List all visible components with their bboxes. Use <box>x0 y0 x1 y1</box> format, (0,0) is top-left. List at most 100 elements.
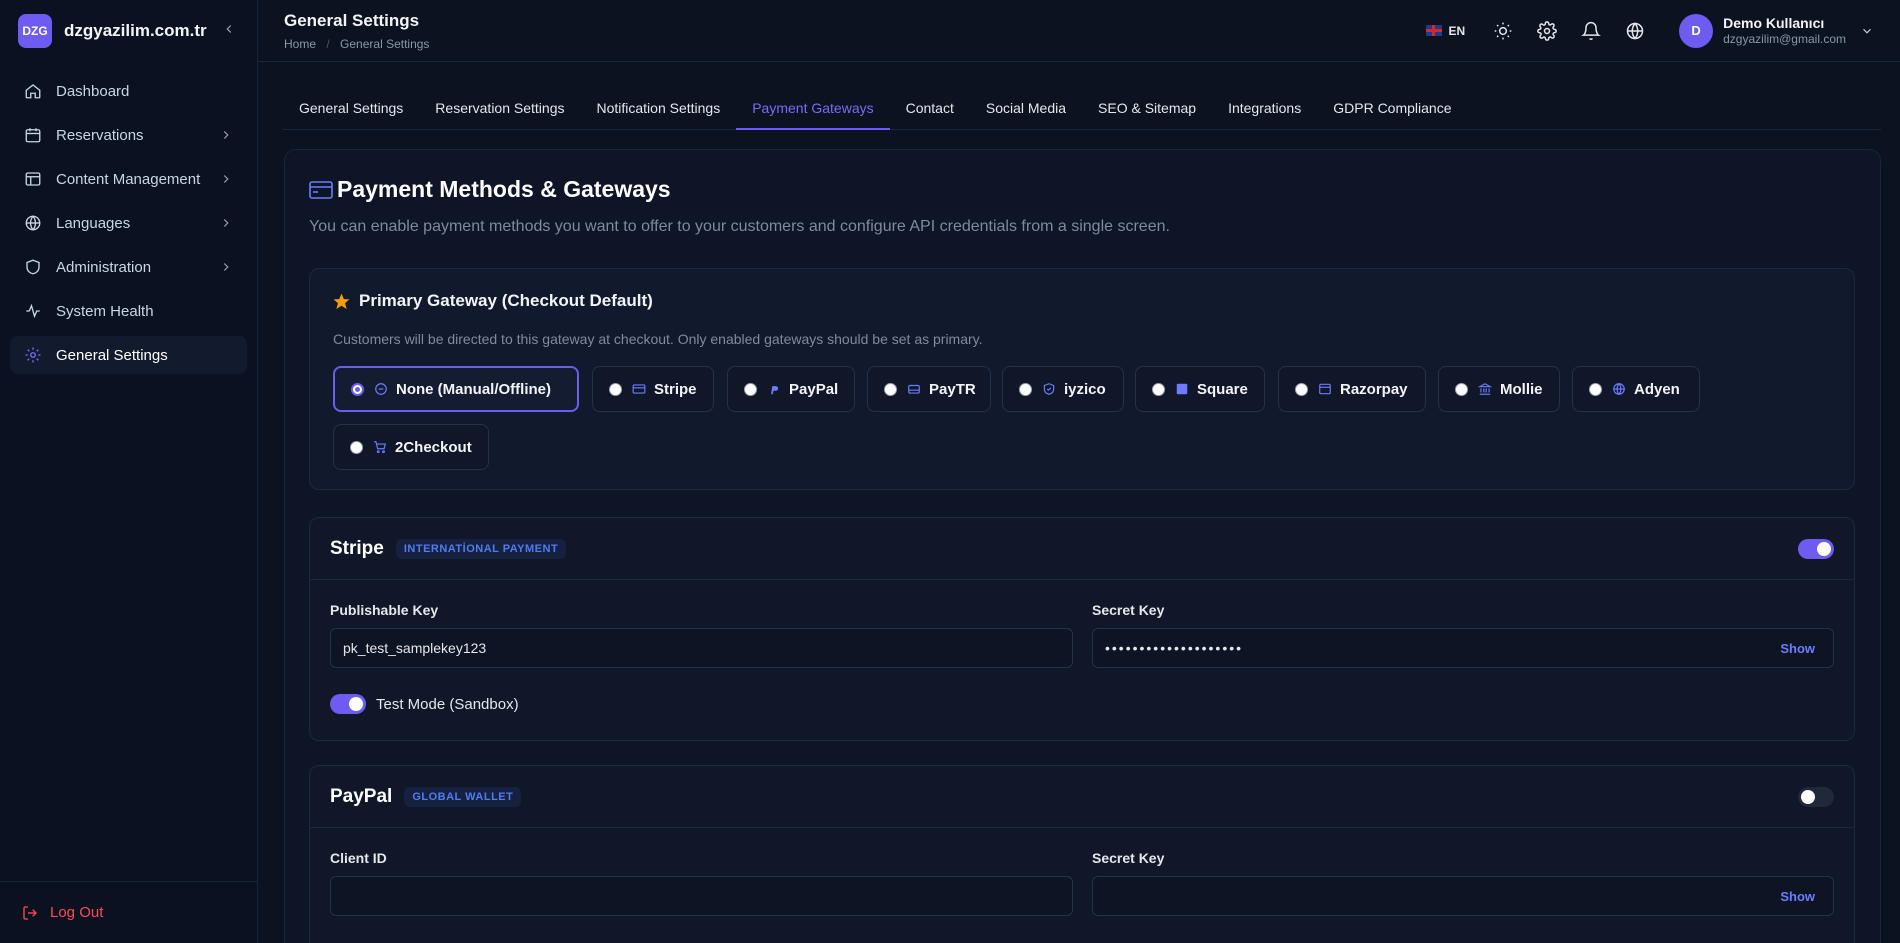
radio-button[interactable] <box>1589 382 1602 396</box>
logout-icon <box>23 905 37 920</box>
tab-seo-sitemap[interactable]: SEO & Sitemap <box>1082 88 1212 130</box>
secret-key-input[interactable]: •••••••••••••••••••• Show <box>1092 628 1834 668</box>
tab-integrations[interactable]: Integrations <box>1212 88 1317 130</box>
radio-button[interactable] <box>884 382 897 396</box>
tab-gdpr-compliance[interactable]: GDPR Compliance <box>1317 88 1467 130</box>
publishable-key-label: Publishable Key <box>330 602 439 618</box>
page-title: General Settings <box>284 10 420 30</box>
gear-icon[interactable] <box>1537 20 1557 41</box>
chevron-right-icon <box>223 175 229 183</box>
logout-button[interactable]: Log Out <box>0 881 258 943</box>
gateway-option-razorpay[interactable]: Razorpay <box>1278 366 1426 412</box>
test-mode-toggle[interactable] <box>330 694 366 714</box>
gateway-option-label: Razorpay <box>1340 380 1408 398</box>
gateway-option-label: PayPal <box>789 380 839 398</box>
show-secret-button[interactable]: Show <box>1780 641 1821 656</box>
chevron-right-icon <box>223 219 229 227</box>
stripe-name: Stripe <box>330 537 384 559</box>
radio-button[interactable] <box>1295 382 1308 396</box>
tab-reservation-settings[interactable]: Reservation Settings <box>419 88 580 130</box>
gateway-option-paytr[interactable]: PayTR <box>867 366 991 412</box>
credit-card-icon <box>309 180 333 199</box>
paypal-secret-key-input[interactable]: Show <box>1092 876 1834 916</box>
shield-icon <box>26 259 40 275</box>
sidebar-item-languages[interactable]: Languages <box>10 204 247 242</box>
stripe-enable-toggle[interactable] <box>1798 538 1834 559</box>
sidebar-item-dashboard[interactable]: Dashboard <box>10 72 247 110</box>
gateway-option-iyzico[interactable]: iyzico <box>1002 366 1124 412</box>
sidebar-item-administration[interactable]: Administration <box>10 248 247 286</box>
primary-gateway-title: Primary Gateway (Checkout Default) <box>332 291 653 311</box>
brand-logo[interactable]: DZG <box>18 14 52 48</box>
tab-payment-gateways[interactable]: Payment Gateways <box>736 88 890 130</box>
user-info: Demo Kullanıcı dzgyazilim@gmail.com <box>1723 15 1846 46</box>
toggle-knob <box>1817 541 1831 556</box>
section-title: Payment Methods & Gateways <box>309 176 671 203</box>
sidebar-item-label: Content Management <box>56 170 201 188</box>
breadcrumb-separator: / <box>326 36 330 51</box>
gateway-option-paypal[interactable]: PayPal <box>727 366 855 412</box>
client-id-input[interactable] <box>330 876 1073 916</box>
gateway-option-none[interactable]: None (Manual/Offline) <box>333 366 579 412</box>
radio-button[interactable] <box>609 382 622 396</box>
gateway-option-label: Mollie <box>1500 380 1543 398</box>
collapse-sidebar-button[interactable] <box>219 22 239 41</box>
sidebar-item-content-management[interactable]: Content Management <box>10 160 247 198</box>
window-icon <box>1319 383 1331 395</box>
brand-name[interactable]: dzgyazilim.com.tr <box>64 21 219 41</box>
breadcrumb-home[interactable]: Home <box>284 37 316 51</box>
radio-button[interactable] <box>744 382 757 396</box>
gateway-option-mollie[interactable]: Mollie <box>1438 366 1560 412</box>
radio-button[interactable] <box>1019 382 1032 396</box>
gateway-option-adyen[interactable]: Adyen <box>1572 366 1700 412</box>
logout-label: Log Out <box>50 904 104 921</box>
gateway-option-square[interactable]: Square <box>1135 366 1265 412</box>
sidebar-item-system-health[interactable]: System Health <box>10 292 247 330</box>
chevron-left-icon <box>226 24 232 33</box>
gateway-option-label: iyzico <box>1064 380 1106 398</box>
gateway-option-stripe[interactable]: Stripe <box>592 366 714 412</box>
primary-gateway-description: Customers will be directed to this gatew… <box>333 331 983 347</box>
paypal-card: PayPal GLOBAL WALLET Client ID Secret Ke… <box>309 765 1855 943</box>
tab-contact[interactable]: Contact <box>890 88 970 130</box>
sidebar-item-label: Dashboard <box>56 82 130 100</box>
gateway-option-label: 2Checkout <box>395 438 472 456</box>
language-code: EN <box>1448 23 1466 38</box>
chevron-right-icon <box>223 131 229 139</box>
tab-notification-settings[interactable]: Notification Settings <box>580 88 736 130</box>
paypal-name: PayPal <box>330 785 393 807</box>
brand: DZG dzgyazilim.com.tr <box>0 0 257 62</box>
language-selector[interactable]: EN <box>1426 24 1465 38</box>
breadcrumb-current: General Settings <box>340 36 430 51</box>
radio-button[interactable] <box>1455 382 1468 396</box>
tab-general-settings[interactable]: General Settings <box>283 88 419 130</box>
gateway-option-label: Stripe <box>654 380 697 398</box>
minus-circle-icon <box>375 383 387 395</box>
gateway-option-2checkout[interactable]: 2Checkout <box>333 424 489 470</box>
globe-icon[interactable] <box>1625 21 1645 41</box>
sidebar-item-general-settings[interactable]: General Settings <box>10 336 247 374</box>
payment-title: Payment Methods & Gateways <box>337 176 671 202</box>
sidebar-item-reservations[interactable]: Reservations <box>10 116 247 154</box>
calendar-icon <box>25 128 41 143</box>
paypal-badge: GLOBAL WALLET <box>404 786 522 807</box>
radio-button[interactable] <box>350 440 363 454</box>
cart-icon <box>374 441 386 454</box>
publishable-key-input[interactable]: pk_test_samplekey123 <box>330 628 1073 668</box>
page-header: General Settings Home / General Settings <box>284 11 1426 51</box>
user-email: dzgyazilim@gmail.com <box>1723 32 1846 46</box>
bell-icon[interactable] <box>1581 21 1602 41</box>
radio-button[interactable] <box>351 382 364 396</box>
gateway-option-label: PayTR <box>929 380 976 398</box>
client-id-label: Client ID <box>330 850 387 866</box>
user-menu[interactable]: D Demo Kullanıcı dzgyazilim@gmail.com <box>1679 13 1874 48</box>
top-actions: EN D Demo Kullanıcı dzgyazilim@gmail.com <box>1426 13 1874 48</box>
radio-button[interactable] <box>1152 382 1165 396</box>
square-icon <box>1176 383 1188 395</box>
home-icon <box>25 84 41 99</box>
sun-icon[interactable] <box>1493 21 1513 41</box>
payment-panel: Payment Methods & Gateways You can enabl… <box>284 149 1881 943</box>
show-paypal-secret-button[interactable]: Show <box>1780 889 1821 904</box>
paypal-enable-toggle[interactable] <box>1798 786 1834 807</box>
tab-social-media[interactable]: Social Media <box>970 88 1082 130</box>
